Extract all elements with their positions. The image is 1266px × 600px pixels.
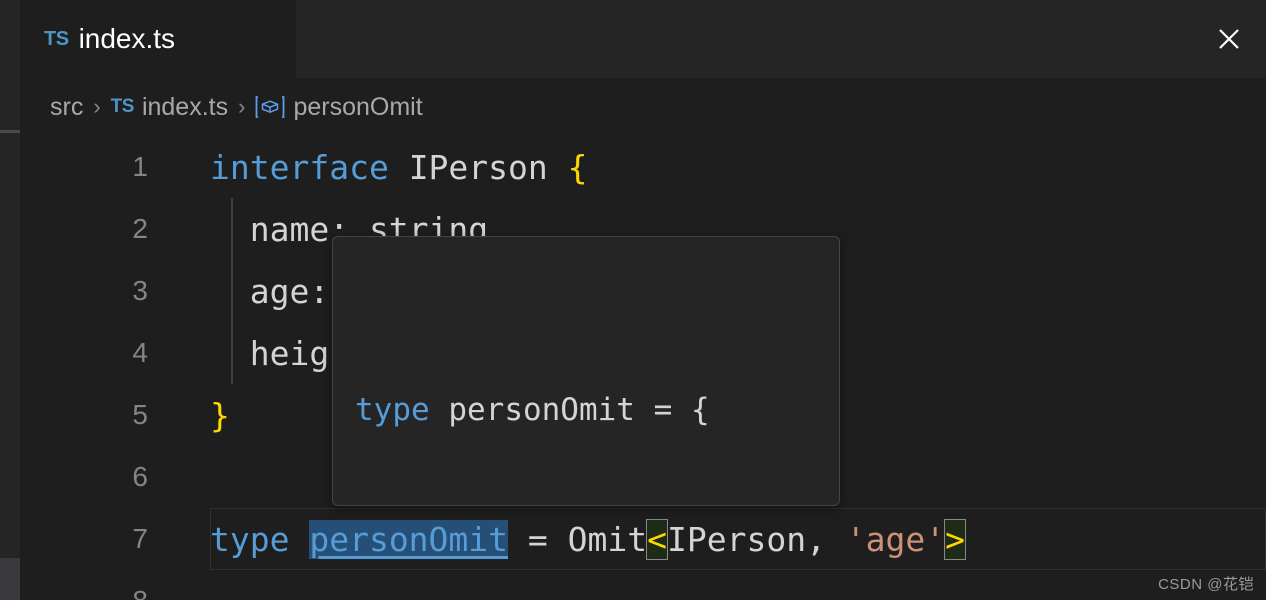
indent-guide — [231, 198, 233, 384]
close-icon[interactable] — [1214, 24, 1244, 54]
ts-file-icon: TS — [110, 96, 135, 117]
watermark: CSDN @花铠 — [1158, 576, 1254, 593]
line-number: 2 — [132, 213, 148, 244]
line-number: 3 — [132, 275, 148, 306]
breadcrumb: src › TS index.ts › personOmit — [20, 78, 1266, 136]
tab-title: index.ts — [78, 23, 176, 54]
hover-tooltip: type personOmit = { name: string; height… — [332, 236, 840, 506]
token-type: IPerson — [408, 147, 568, 187]
code-line-current[interactable]: 7 type personOmit = Omit < IPerson, 'age' > — [20, 508, 1266, 570]
line-content: } — [210, 384, 230, 446]
token-reference-personomit[interactable]: personOmit — [309, 519, 509, 559]
token-brace: } — [210, 395, 230, 435]
token-plain: personOmit = { — [448, 392, 710, 428]
token-omit: Omit — [567, 519, 648, 559]
token-bracket-close: > — [944, 518, 967, 560]
breadcrumb-item-personomit[interactable]: personOmit — [293, 93, 422, 122]
code-line[interactable]: 1 interface IPerson { — [20, 136, 1266, 198]
token-brace: { — [567, 147, 588, 187]
editor-tab-bar: TS index.ts — [20, 0, 1266, 78]
activity-bar-strip[interactable] — [0, 0, 20, 600]
breadcrumb-item-index-ts[interactable]: index.ts — [142, 93, 228, 122]
line-number: 6 — [132, 461, 148, 492]
token-plain: IPerson, — [667, 519, 846, 559]
code-line[interactable]: 8 — [20, 570, 1266, 600]
token-bracket-open: < — [646, 518, 668, 560]
line-content: type personOmit = Omit < IPerson, 'age' > — [210, 508, 967, 570]
line-number: 8 — [20, 570, 168, 600]
breadcrumb-item-src[interactable]: src — [50, 93, 83, 122]
vscode-window: TS index.ts src › TS index.ts › personOm… — [0, 0, 1266, 600]
line-number: 7 — [132, 523, 148, 554]
line-number: 5 — [132, 399, 148, 430]
token-string: 'age' — [845, 519, 946, 559]
tab-index-ts[interactable]: TS index.ts — [20, 0, 296, 78]
token-keyword: type — [210, 519, 310, 559]
line-number: 1 — [132, 151, 148, 182]
tooltip-line: type personOmit = { — [355, 379, 817, 441]
activity-bar-divider — [0, 130, 20, 133]
line-number: 4 — [132, 337, 148, 368]
chevron-right-icon: › — [93, 94, 101, 119]
token-keyword: type — [355, 392, 449, 428]
chevron-right-icon: › — [238, 94, 246, 119]
token-plain: = — [508, 519, 568, 559]
type-alias-icon — [255, 94, 285, 120]
ts-file-icon: TS — [44, 27, 69, 50]
token-keyword: interface — [210, 147, 409, 187]
line-content: interface IPerson { — [210, 136, 588, 198]
activity-bar-bottom-indicator[interactable] — [0, 558, 20, 600]
